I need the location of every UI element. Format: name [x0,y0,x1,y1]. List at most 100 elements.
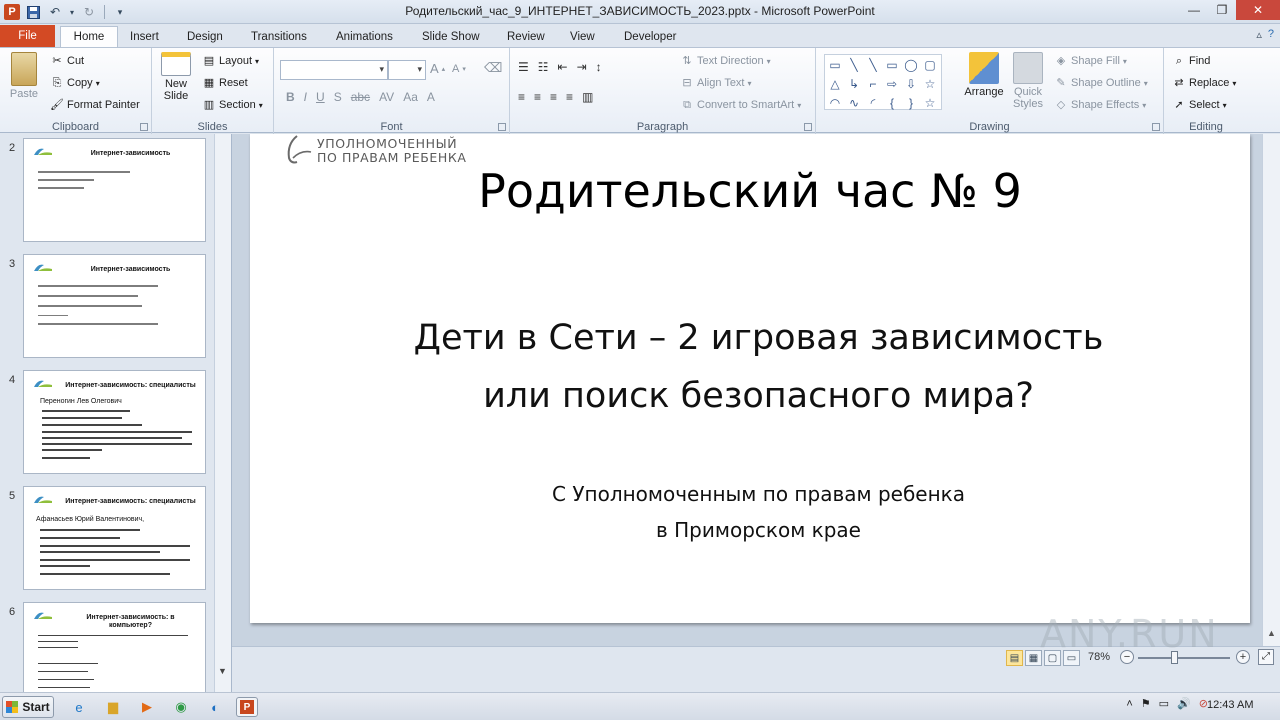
underline-button[interactable]: U [316,90,325,104]
scroll-down-icon[interactable]: ▼ [218,666,227,676]
italic-button[interactable]: I [304,90,307,104]
align-text-button[interactable]: ⊟ Align Text ▾ [680,76,751,90]
zoom-in-icon[interactable]: + [1236,650,1250,664]
powerpoint-taskbar-icon[interactable]: P [236,697,258,717]
taskbar-clock[interactable]: 12:43 AM [1207,699,1253,711]
network-icon[interactable]: ▭ [1159,697,1169,710]
numbering-icon[interactable]: ☷ [538,60,549,74]
new-slide-button[interactable]: New Slide [158,52,194,102]
paragraph-launcher-icon[interactable] [804,123,812,131]
font-launcher-icon[interactable] [498,123,506,131]
section-button[interactable]: ▥ Section ▾ [202,98,263,112]
slide-footer-text[interactable]: С Уполномоченным по правам ребенка в При… [250,476,1250,548]
chrome-icon[interactable]: ◉ [170,697,192,717]
shape-fill-button[interactable]: ◈ Shape Fill ▾ [1054,54,1127,68]
align-left-icon[interactable]: ≡ [518,90,525,104]
decrease-indent-icon[interactable]: ⇤ [558,60,568,74]
justify-icon[interactable]: ≡ [566,90,573,104]
font-family-combo[interactable]: ▾ [280,60,388,80]
normal-view-icon[interactable]: ▤ [1006,650,1023,666]
shadow-button[interactable]: S [334,90,342,104]
thumbnail-slide-4[interactable]: Интернет-зависимость: специалисты Перено… [23,370,206,474]
arrange-button[interactable]: Arrange [962,52,1006,98]
curve-shape-icon[interactable]: ∿ [845,94,863,112]
clear-formatting-icon[interactable]: ⌫ [484,60,502,76]
line-shape-icon[interactable]: ╲ [864,56,882,74]
drawing-launcher-icon[interactable] [1152,123,1160,131]
help-icon[interactable]: ? [1268,28,1274,41]
tab-insert[interactable]: Insert [120,26,169,47]
edge-icon[interactable]: ◐ [204,697,226,717]
cut-button[interactable]: ✂ Cut [50,54,84,68]
minimize-ribbon-icon[interactable]: ▵ [1256,28,1262,41]
shape-outline-button[interactable]: ✎ Shape Outline ▾ [1054,76,1147,90]
down-arrow-shape-icon[interactable]: ⇩ [902,75,920,93]
reset-button[interactable]: ▦ Reset [202,76,248,90]
grow-font-button[interactable]: A ▴ [430,61,445,76]
text-direction-button[interactable]: ⇅ Text Direction ▾ [680,54,770,68]
character-spacing-icon[interactable]: AV [379,90,394,104]
font-color-icon[interactable]: A [427,90,435,104]
scroll-up-icon[interactable]: ▲ [1267,628,1276,638]
select-button[interactable]: ➚ Select ▾ [1172,98,1226,112]
replace-button[interactable]: ⇄ Replace ▾ [1172,76,1236,90]
brace-shape-icon[interactable]: } [902,94,920,112]
triangle-shape-icon[interactable]: △ [826,75,844,93]
restore-icon[interactable]: ❐ [1208,0,1236,20]
freeform-shape-icon[interactable]: ◠ [826,94,844,112]
internet-explorer-icon[interactable]: e [68,697,90,717]
format-painter-button[interactable]: 🖌 Format Painter [50,98,140,112]
oval-shape-icon[interactable]: ◯ [902,56,920,74]
rectangle-shape-icon[interactable]: ▭ [883,56,901,74]
thumbnail-slide-5[interactable]: Интернет-зависимость: специалисты Афанас… [23,486,206,590]
copy-button[interactable]: ⎘ Copy ▾ [50,76,100,90]
line-shape-icon[interactable]: ╲ [845,56,863,74]
volume-icon[interactable]: 🔊 [1177,697,1191,710]
media-player-icon[interactable]: ▶ [136,697,158,717]
convert-smartart-button[interactable]: ⧉ Convert to SmartArt ▾ [680,98,801,112]
textbox-shape-icon[interactable]: ▭ [826,56,844,74]
change-case-icon[interactable]: Aa [403,90,418,104]
brace-shape-icon[interactable]: { [883,94,901,112]
connector-shape-icon[interactable]: ↳ [845,75,863,93]
strikethrough-button[interactable]: abc [351,90,370,104]
thumbnail-slide-2[interactable]: Интернет-зависимость [23,138,206,242]
thumbnail-slide-3[interactable]: Интернет-зависимость [23,254,206,358]
font-size-combo[interactable]: ▾ [388,60,426,80]
current-slide[interactable]: УПОЛНОМОЧЕННЫЙ ПО ПРАВАМ РЕБЕНКА Родител… [250,134,1250,623]
paste-button[interactable]: Paste [6,52,42,100]
bold-button[interactable]: B [286,90,295,104]
connector-shape-icon[interactable]: ⌐ [864,75,882,93]
thumbnail-scrollbar[interactable]: ▼ [214,134,231,692]
increase-indent-icon[interactable]: ⇥ [577,60,587,74]
minimize-icon[interactable]: — [1180,0,1208,20]
tab-view[interactable]: View [560,26,605,47]
align-right-icon[interactable]: ≡ [550,90,557,104]
tab-developer[interactable]: Developer [614,26,686,47]
shape-effects-button[interactable]: ◇ Shape Effects ▾ [1054,98,1147,112]
columns-icon[interactable]: ▥ [582,90,593,104]
tab-design[interactable]: Design [177,26,233,47]
shapes-gallery[interactable]: ▭ ╲ ╲ ▭ ◯ ▢ △ ↳ ⌐ ⇨ ⇩ ☆ ◠ ∿ ◜ { } ☆ [824,54,942,110]
quick-styles-button[interactable]: Quick Styles [1008,52,1048,110]
arc-shape-icon[interactable]: ◜ [864,94,882,112]
star-shape-icon[interactable]: ☆ [921,75,939,93]
align-center-icon[interactable]: ≡ [534,90,541,104]
thumbnail-slide-6[interactable]: Интернет-зависимость: в компьютер? [23,602,206,692]
slide-vertical-scrollbar[interactable]: ▲ [1262,134,1280,646]
right-arrow-shape-icon[interactable]: ⇨ [883,75,901,93]
slide-title[interactable]: Родительский час № 9 [250,164,1250,218]
clipboard-launcher-icon[interactable] [140,123,148,131]
star-shape-icon[interactable]: ☆ [921,94,939,112]
fit-to-window-icon[interactable]: ⤢ [1258,649,1274,665]
tab-transitions[interactable]: Transitions [241,26,317,47]
slide-subtitle[interactable]: Дети в Сети – 2 игровая зависимость или … [250,309,1250,425]
tab-home[interactable]: Home [60,26,118,47]
shrink-font-button[interactable]: A ▾ [452,63,466,75]
start-button[interactable]: Start [2,696,54,718]
layout-button[interactable]: ▤ Layout ▾ [202,54,259,68]
tab-slide-show[interactable]: Slide Show [412,26,490,47]
bullets-icon[interactable]: ☰ [518,60,529,74]
find-button[interactable]: ⌕ Find [1172,54,1211,68]
rounded-rect-shape-icon[interactable]: ▢ [921,56,939,74]
